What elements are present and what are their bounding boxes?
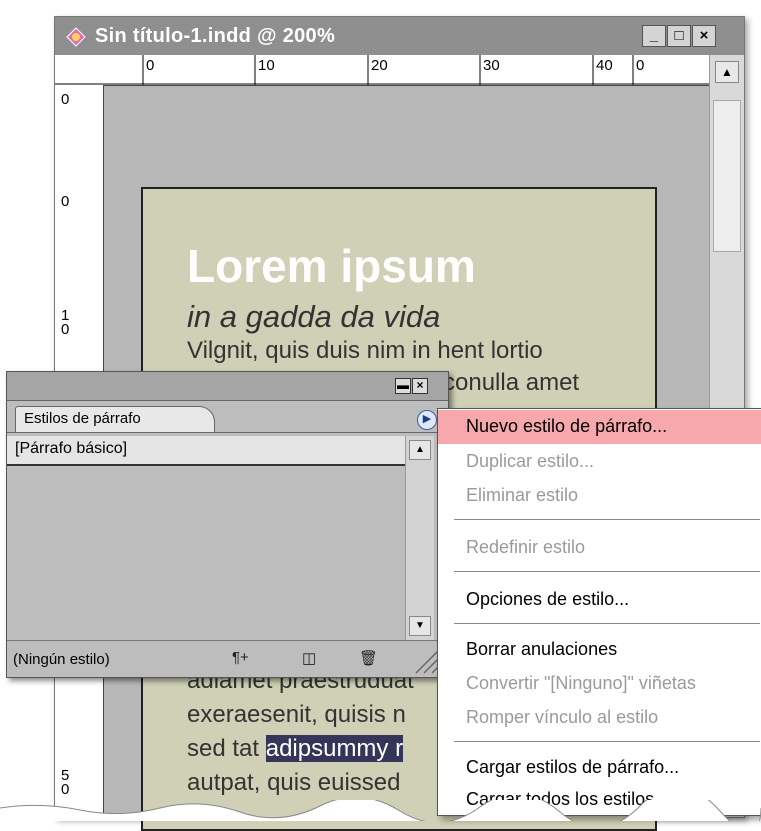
menu-separator	[454, 571, 760, 572]
scroll-down-arrow-icon[interactable]: ▼	[409, 616, 431, 636]
panel-close-button[interactable]: ×	[412, 378, 428, 394]
ruler-label: 0	[61, 91, 70, 108]
trash-icon[interactable]: 🗑	[359, 649, 378, 667]
minimize-button[interactable]: _	[642, 25, 666, 47]
new-style-icon[interactable]: ◫	[302, 649, 316, 667]
ruler-label: 1 0	[61, 307, 70, 338]
window-title: Sin título-1.indd @ 200%	[95, 25, 336, 47]
ruler-label: 10	[258, 57, 275, 74]
ruler-label: 20	[371, 57, 388, 74]
menu-item-new-paragraph-style[interactable]: Nuevo estilo de párrafo...	[466, 416, 667, 437]
new-style-from-selection-icon[interactable]: ¶+	[232, 649, 249, 666]
menu-item-style-options[interactable]: Opciones de estilo...	[466, 589, 629, 610]
list-item-basic-paragraph[interactable]: [Párrafo básico]	[7, 436, 405, 466]
menu-item-duplicate-style[interactable]: Duplicar estilo...	[466, 451, 594, 472]
body-line[interactable]: conulla amet	[443, 369, 579, 397]
menu-item-clear-overrides[interactable]: Borrar anulaciones	[466, 639, 617, 660]
tab-paragraph-styles[interactable]: Estilos de párrafo	[15, 406, 215, 432]
selected-text[interactable]: adipsummy r	[265, 735, 404, 762]
panel-footer: (Ningún estilo) ¶+ ◫ 🗑	[7, 640, 448, 677]
tab-divider	[7, 432, 448, 433]
close-button[interactable]: ×	[692, 25, 716, 47]
menu-item-delete-style[interactable]: Eliminar estilo	[466, 485, 578, 506]
indesign-document-icon	[66, 27, 86, 47]
page-subheading[interactable]: in a gadda da vida	[187, 299, 440, 335]
panel-flyout-menu: Nuevo estilo de párrafo... Duplicar esti…	[437, 408, 761, 816]
menu-item-convert-bullets[interactable]: Convertir "[Ninguno]" viñetas	[466, 673, 696, 694]
page-heading[interactable]: Lorem ipsum	[187, 239, 476, 293]
body-line[interactable]: Vilgnit, quis duis nim in hent lortio	[187, 337, 543, 365]
torn-edge	[0, 800, 761, 821]
styles-list: [Párrafo básico]	[7, 436, 405, 636]
ruler-label: 40	[596, 57, 613, 74]
maximize-button[interactable]: □	[667, 25, 691, 47]
scroll-up-arrow-icon[interactable]: ▲	[715, 61, 739, 83]
menu-separator	[454, 519, 760, 520]
menu-item-redefine-style[interactable]: Redefinir estilo	[466, 537, 585, 558]
ruler-label: 5 0	[61, 767, 70, 798]
title-bar[interactable]: Sin título-1.indd @ 200% _ □ ×	[55, 17, 744, 56]
paragraph-styles-panel: ▬ × Estilos de párrafo ▶ [Párrafo básico…	[6, 371, 449, 678]
panel-menu-icon[interactable]: ▶	[417, 410, 437, 430]
ruler-label: 0	[636, 57, 645, 74]
horizontal-ruler[interactable]: 0 10 20 30 40 0	[55, 55, 744, 86]
scroll-up-arrow-icon[interactable]: ▲	[409, 440, 431, 460]
body-text: sed tat	[187, 735, 266, 762]
menu-item-break-link[interactable]: Romper vínculo al estilo	[466, 707, 658, 728]
body-line[interactable]: exeraesenit, quisis n	[187, 701, 406, 729]
panel-title-bar[interactable]: ▬ ×	[7, 372, 448, 401]
body-line[interactable]: autpat, quis euissed	[187, 769, 400, 797]
ruler-label: 30	[483, 57, 500, 74]
body-line[interactable]: sed tat adipsummy r	[187, 735, 404, 763]
panel-scrollbar[interactable]: ▲ ▼	[405, 436, 434, 640]
ruler-label: 0	[146, 57, 155, 74]
menu-separator	[454, 741, 760, 742]
resize-grip-icon[interactable]	[412, 647, 440, 675]
ruler-label: 0	[61, 193, 70, 210]
menu-item-load-paragraph-styles[interactable]: Cargar estilos de párrafo...	[466, 757, 679, 778]
panel-minimize-button[interactable]: ▬	[395, 378, 411, 394]
current-style-status: (Ningún estilo)	[13, 651, 110, 668]
menu-separator	[454, 623, 760, 624]
scrollbar-thumb[interactable]	[713, 100, 741, 252]
